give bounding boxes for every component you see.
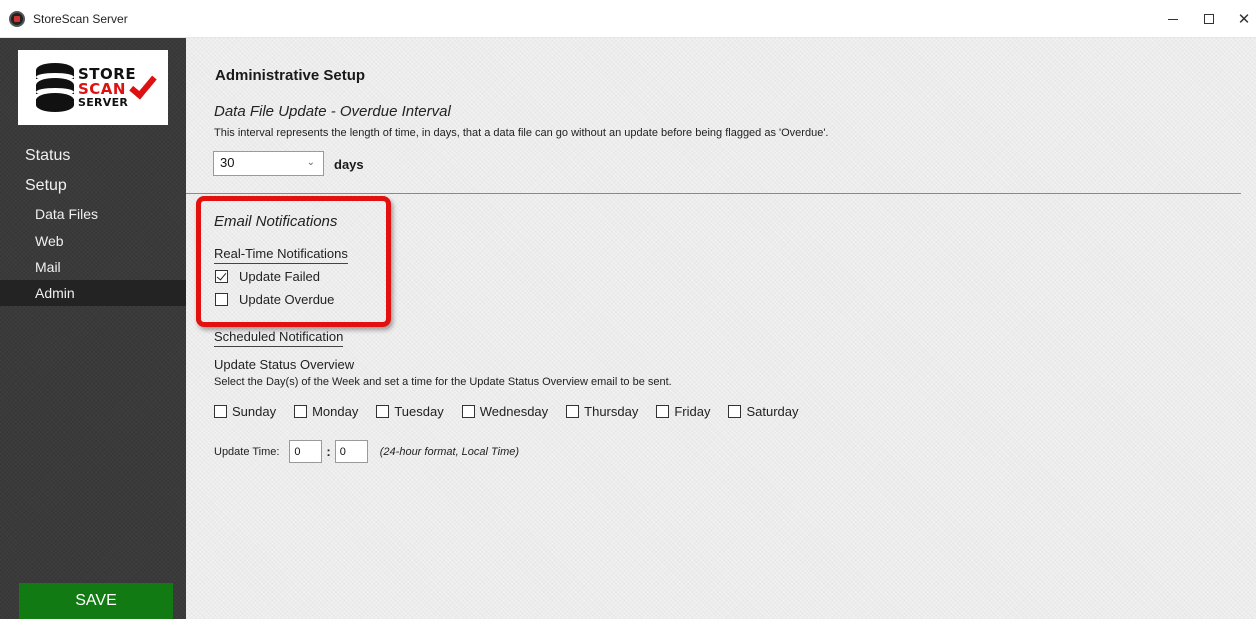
- time-format-note: (24-hour format, Local Time): [379, 445, 520, 458]
- day-monday[interactable]: Monday: [294, 404, 358, 419]
- sidebar: STORE SCAN SERVER Status Setup Data File…: [0, 38, 186, 619]
- day-label: Wednesday: [479, 404, 549, 419]
- day-label: Thursday: [584, 404, 639, 419]
- day-label: Tuesday: [394, 404, 444, 419]
- day-thursday[interactable]: Thursday: [566, 404, 638, 419]
- close-icon: ✕: [1237, 11, 1251, 28]
- status-overview-description: Select the Day(s) of the Week and set a …: [214, 376, 672, 388]
- app-icon: [9, 11, 25, 27]
- status-overview-title: Update Status Overview: [214, 357, 355, 372]
- overdue-interval-title: Data File Update - Overdue Interval: [214, 103, 451, 120]
- sidebar-item-data-files[interactable]: Data Files: [0, 201, 186, 227]
- day-checkbox[interactable]: [376, 405, 390, 418]
- interval-unit-label: days: [334, 157, 364, 172]
- overdue-interval-description: This interval represents the length of t…: [214, 127, 829, 139]
- save-button[interactable]: SAVE: [19, 583, 173, 619]
- day-checkbox[interactable]: [214, 405, 227, 418]
- overdue-interval-value: 30: [220, 155, 235, 170]
- chevron-down-icon: ⌄: [306, 157, 315, 168]
- day-label: Friday: [674, 404, 711, 419]
- day-friday[interactable]: Friday: [656, 404, 710, 419]
- day-sunday[interactable]: Sunday: [214, 404, 276, 419]
- nav-setup[interactable]: Setup: [25, 177, 67, 195]
- day-checkbox[interactable]: [656, 405, 670, 418]
- day-checkbox[interactable]: [294, 405, 308, 418]
- logo-text-scan: SCAN: [78, 80, 126, 98]
- logo-text-server: SERVER: [78, 96, 129, 109]
- main-panel: Administrative Setup Data File Update - …: [186, 38, 1256, 619]
- hour-input[interactable]: [289, 440, 323, 463]
- title-bar: StoreScan Server ✕: [0, 0, 1256, 38]
- minimize-button[interactable]: [1155, 0, 1191, 38]
- app-logo: STORE SCAN SERVER: [18, 50, 168, 125]
- page-title: Administrative Setup: [215, 67, 366, 84]
- sidebar-item-admin[interactable]: Admin: [0, 280, 186, 306]
- day-label: Saturday: [746, 404, 799, 419]
- day-tuesday[interactable]: Tuesday: [376, 404, 444, 419]
- minimize-icon: [1168, 18, 1178, 20]
- nav-status[interactable]: Status: [25, 147, 70, 165]
- sidebar-item-web[interactable]: Web: [0, 228, 186, 254]
- window-title: StoreScan Server: [33, 12, 128, 26]
- day-checkbox[interactable]: [728, 405, 742, 418]
- day-checkbox[interactable]: [566, 405, 580, 418]
- close-button[interactable]: ✕: [1226, 0, 1256, 38]
- day-wednesday[interactable]: Wednesday: [461, 404, 549, 419]
- sidebar-item-mail[interactable]: Mail: [0, 254, 186, 280]
- maximize-button[interactable]: [1191, 0, 1227, 38]
- update-time-row: Update Time: : (24-hour format, Local Ti…: [214, 440, 519, 463]
- weekday-checkboxes: Sunday Monday Tuesday Wednesday Thursday…: [214, 404, 817, 419]
- section-divider: [186, 193, 1241, 194]
- day-label: Sunday: [232, 404, 277, 419]
- day-label: Monday: [312, 404, 359, 419]
- day-saturday[interactable]: Saturday: [728, 404, 799, 419]
- overdue-interval-select[interactable]: 30 ⌄: [213, 151, 324, 176]
- highlight-annotation: [196, 196, 391, 327]
- time-separator: :: [326, 444, 331, 459]
- update-time-label: Update Time:: [214, 445, 280, 458]
- day-checkbox[interactable]: [461, 405, 475, 418]
- minute-input[interactable]: [334, 440, 368, 463]
- scheduled-notification-heading: Scheduled Notification: [214, 329, 344, 347]
- database-icon: [36, 63, 74, 112]
- maximize-icon: [1204, 14, 1214, 24]
